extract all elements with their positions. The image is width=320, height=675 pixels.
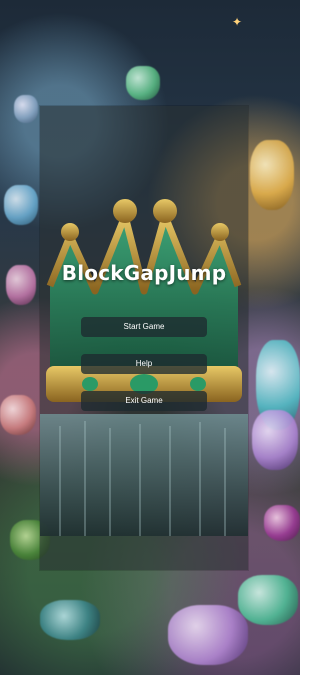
gem-decoration <box>4 185 38 225</box>
gem-decoration <box>264 505 300 541</box>
sparkle-icon: ✦ <box>232 15 243 29</box>
gem-decoration <box>126 66 160 100</box>
gem-decoration <box>250 140 294 210</box>
start-game-button[interactable]: Start Game <box>81 317 207 337</box>
help-button[interactable]: Help <box>81 354 207 374</box>
gem-decoration <box>238 575 298 625</box>
gem-decoration <box>0 395 36 435</box>
gem-decoration <box>40 600 100 640</box>
exit-game-button[interactable]: Exit Game <box>81 391 207 411</box>
game-background: ✦ BlockGapJump Start Game Help Exit Game <box>0 0 300 675</box>
gem-decoration <box>14 95 38 123</box>
gem-decoration <box>6 265 36 305</box>
main-menu-panel: BlockGapJump Start Game Help Exit Game <box>40 106 248 570</box>
gem-decoration <box>252 410 298 470</box>
game-title: BlockGapJump <box>61 261 227 285</box>
gem-decoration <box>168 605 248 665</box>
